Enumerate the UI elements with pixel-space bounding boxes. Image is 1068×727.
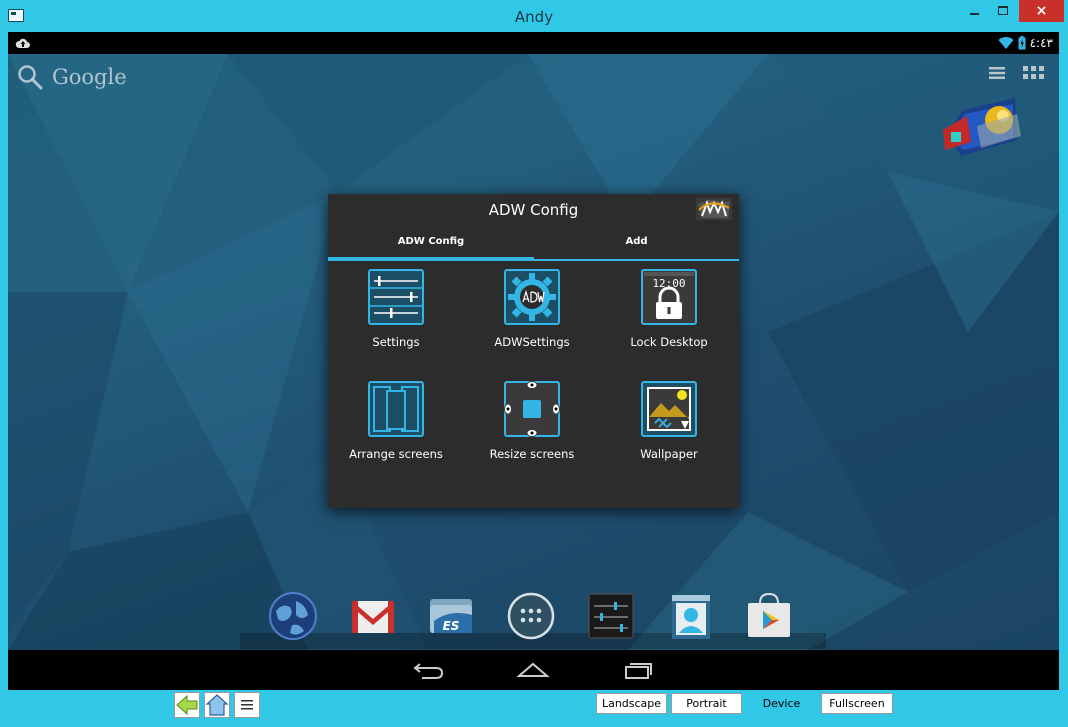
adw-gear-icon: [504, 269, 560, 325]
android-nav-bar: [8, 650, 1059, 690]
portrait-button[interactable]: Portrait: [671, 693, 742, 714]
maximize-button[interactable]: [990, 0, 1016, 22]
lock-desktop-label: Lock Desktop: [630, 335, 708, 349]
gmail-icon[interactable]: [348, 591, 398, 641]
app-dock: ES: [240, 587, 826, 649]
tab-adw-config[interactable]: ADW Config: [328, 228, 534, 261]
arrange-screens-item[interactable]: Arrange screens: [328, 381, 464, 461]
back-arrow-button[interactable]: [174, 692, 200, 718]
launcher-widget-icon[interactable]: [937, 90, 1033, 160]
arrange-screens-label: Arrange screens: [349, 447, 443, 461]
contacts-icon[interactable]: [666, 591, 716, 641]
resize-screens-item[interactable]: Resize screens: [464, 381, 600, 461]
resize-screens-icon: [504, 381, 560, 437]
home-button[interactable]: [204, 692, 230, 718]
android-screen: ٤:٤٣ Google ADW Config ADW Config Add Se…: [8, 32, 1059, 650]
browser-globe-icon[interactable]: [268, 591, 318, 641]
play-store-icon[interactable]: [744, 591, 794, 641]
wallpaper-icon: [641, 381, 697, 437]
device-label: Device: [762, 697, 801, 710]
search-icon: [18, 65, 43, 90]
lock-icon: 12:00: [641, 269, 697, 325]
lock-desktop-item[interactable]: 12:00 Lock Desktop: [601, 269, 737, 349]
google-search-label: Google: [52, 65, 127, 89]
emulator-control-bar: Landscape Portrait Device Fullscreen: [0, 690, 1068, 727]
sliders-icon: [368, 269, 424, 325]
wifi-icon: [998, 37, 1014, 49]
close-button[interactable]: ×: [1019, 0, 1064, 22]
settings-app-icon[interactable]: [586, 591, 636, 641]
dialog-header: ADW Config: [328, 194, 739, 228]
es-file-explorer-icon[interactable]: ES: [426, 591, 476, 641]
dialog-tabs: ADW Config Add: [328, 228, 739, 261]
landscape-button[interactable]: Landscape: [596, 693, 667, 714]
window-title: Andy: [514, 8, 554, 26]
settings-item[interactable]: Settings: [328, 269, 464, 349]
status-bar: ٤:٤٣: [8, 32, 1059, 54]
home-icon[interactable]: [515, 658, 551, 682]
house-icon: [205, 694, 229, 716]
battery-icon: [1018, 36, 1026, 50]
recent-apps-icon[interactable]: [620, 658, 656, 682]
menu-icon[interactable]: [989, 66, 1005, 80]
arrange-screens-icon: [368, 381, 424, 437]
minimize-button[interactable]: [961, 0, 987, 22]
resize-screens-label: Resize screens: [489, 447, 575, 461]
dialog-title: ADW Config: [488, 201, 579, 219]
wallpaper-label: Wallpaper: [640, 447, 698, 461]
adw-logo-icon: [696, 198, 732, 220]
arrow-left-icon: [176, 694, 198, 716]
back-icon[interactable]: [410, 658, 446, 682]
cloud-upload-icon: [15, 38, 30, 48]
tab-add[interactable]: Add: [534, 228, 739, 259]
adwsettings-item[interactable]: ADWSettings: [464, 269, 600, 349]
menu-button[interactable]: [234, 692, 260, 718]
adw-config-dialog: ADW Config ADW Config Add Settings ADWSe…: [328, 194, 739, 508]
window-titlebar: Andy ×: [0, 0, 1068, 32]
google-search-bar[interactable]: Google: [16, 60, 127, 94]
settings-label: Settings: [372, 335, 420, 349]
status-clock: ٤:٤٣: [1029, 36, 1053, 50]
svg-text:ES: ES: [443, 619, 460, 633]
fullscreen-button[interactable]: Fullscreen: [821, 693, 893, 714]
app-drawer-icon[interactable]: [506, 591, 556, 641]
app-grid-icon[interactable]: [1023, 66, 1045, 80]
wallpaper-item[interactable]: Wallpaper: [601, 381, 737, 461]
list-icon: [241, 700, 253, 710]
adwsettings-label: ADWSettings: [494, 335, 570, 349]
